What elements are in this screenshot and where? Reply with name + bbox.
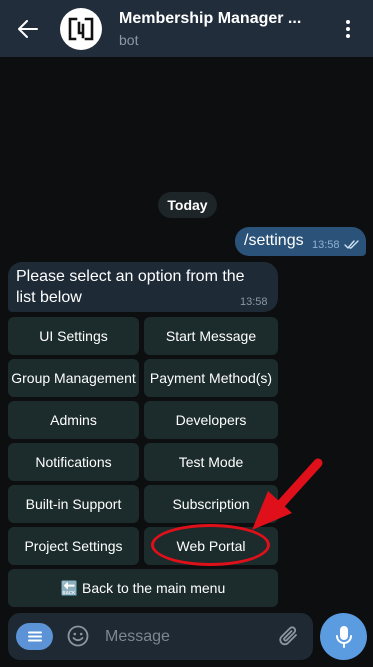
subscription-button[interactable]: Subscription [144,485,278,523]
chat-header: Membership Manager ... bot [0,0,373,57]
message-input[interactable] [105,623,265,650]
chat-title-block[interactable]: Membership Manager ... bot [119,10,323,48]
back-to-main-menu-button[interactable]: 🔙 Back to the main menu [8,569,278,607]
paperclip-icon[interactable] [278,624,300,648]
bot-logo-icon [68,17,94,40]
voice-record-button[interactable] [320,613,367,660]
message-composer [8,613,313,660]
builtin-support-button[interactable]: Built-in Support [8,485,139,523]
developers-button[interactable]: Developers [144,401,278,439]
start-message-button[interactable]: Start Message [144,317,278,355]
more-menu-button[interactable] [323,0,373,57]
double-check-icon [344,240,359,249]
bot-menu-icon [27,631,42,642]
emoji-icon[interactable] [67,625,89,647]
outgoing-message-text: /settings [244,232,304,249]
bot-avatar[interactable] [60,7,102,50]
ui-settings-button[interactable]: UI Settings [8,317,139,355]
more-vertical-icon [346,19,350,38]
incoming-message-text: Please select an option from the list be… [16,268,245,306]
test-mode-button[interactable]: Test Mode [144,443,278,481]
bot-menu-button[interactable] [16,623,53,650]
notifications-button[interactable]: Notifications [8,443,139,481]
project-settings-button[interactable]: Project Settings [8,527,139,565]
admins-button[interactable]: Admins [8,401,139,439]
chat-title: Membership Manager ... [119,9,302,27]
microphone-icon [335,625,352,648]
web-portal-button[interactable]: Web Portal [144,527,278,565]
outgoing-message-time: 13:58 [312,239,340,251]
chat-subtitle: bot [119,31,139,48]
date-badge: Today [158,192,217,218]
back-button[interactable] [0,0,56,57]
payment-methods-button[interactable]: Payment Method(s) [144,359,278,397]
outgoing-message[interactable]: /settings 13:58 [235,227,366,256]
incoming-message-time: 13:58 [240,296,268,308]
group-management-button[interactable]: Group Management [8,359,139,397]
arrow-left-icon [18,19,38,38]
incoming-message[interactable]: Please select an option from the list be… [8,262,278,312]
